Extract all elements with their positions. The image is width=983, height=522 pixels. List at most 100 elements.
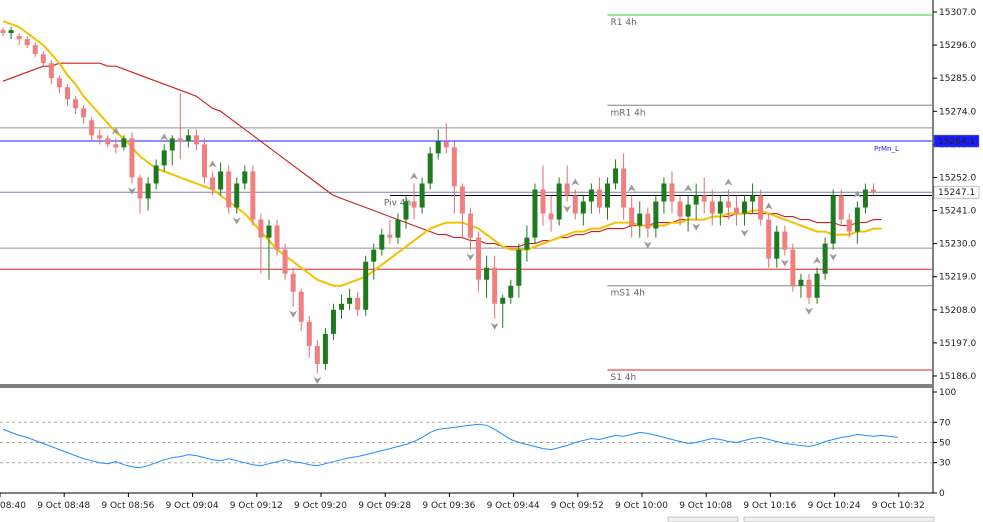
candle-body [153, 165, 159, 184]
candle-body [322, 333, 328, 364]
candle-body [105, 138, 111, 145]
candle-body [492, 267, 498, 304]
candle-body [782, 231, 788, 250]
candle-body [806, 279, 812, 298]
candle-body [371, 249, 377, 262]
price-tick-label: 15230.0 [939, 240, 976, 250]
current-price-tag: 15247.1 [938, 188, 975, 198]
time-tick-label: 9 Oct 10:00 [615, 501, 668, 511]
candle-body [564, 183, 570, 196]
candle-body [24, 39, 30, 46]
osc-tick-label: 70 [939, 418, 951, 428]
level-label-0: R1 4h [611, 18, 637, 28]
candle-body [822, 243, 828, 274]
price-tick-label: 15285.0 [939, 74, 976, 84]
candle-body [524, 237, 530, 250]
prmn-label: PrMn_L [874, 145, 899, 153]
time-tick-label: 9 Oct 08:40 [0, 501, 26, 511]
candle-body [685, 204, 691, 217]
time-tick-label: 9 Oct 09:12 [230, 501, 283, 511]
time-tick-label: 9 Oct 08:56 [101, 501, 154, 511]
candle-body [596, 189, 602, 208]
candle-body [830, 195, 836, 244]
candle-body [605, 183, 610, 208]
candle-body [766, 219, 772, 259]
candle-body [210, 177, 216, 190]
candle-body [621, 168, 627, 208]
time-tick-label: 9 Oct 09:36 [422, 501, 475, 511]
candle-body [73, 99, 79, 109]
candle-body [733, 207, 739, 214]
candle-body [97, 135, 103, 139]
candle-body [701, 195, 707, 202]
chart-root: R1 4hmR1 4hPiv 4hmS1 4hS1 4hPrMn_L 15186… [0, 0, 983, 522]
osc-tick-label: 100 [939, 388, 956, 398]
candle-body [693, 195, 699, 205]
level-label-4: S1 4h [611, 373, 637, 383]
candle-body [814, 273, 820, 298]
candle-body [185, 135, 191, 142]
candle-body [16, 36, 22, 40]
candle-body [177, 138, 183, 142]
price-tick-label: 15219.0 [939, 273, 976, 283]
candle-body [613, 168, 619, 184]
scroll-box [667, 516, 739, 522]
candle-body [193, 135, 199, 145]
candle-body [169, 138, 175, 151]
time-tick-label: 9 Oct 09:28 [358, 501, 411, 511]
candle-body [411, 201, 417, 208]
candle-body [677, 201, 683, 217]
candle-body [161, 150, 167, 166]
candle-body [467, 213, 473, 238]
candle-body [580, 201, 586, 214]
candle-body [306, 321, 312, 346]
candle-body [202, 144, 207, 178]
candle-body [516, 249, 522, 286]
candle-body [355, 297, 361, 310]
candle-body [64, 87, 70, 100]
candle-body [419, 183, 425, 208]
prmn-price-tag: 15264.1 [938, 137, 975, 147]
candle-body [89, 120, 95, 136]
candle-body [242, 171, 248, 184]
candle-body [363, 261, 369, 310]
candle-body [379, 234, 385, 250]
candle-body [282, 249, 288, 274]
candle-body [274, 225, 280, 250]
candle-body [81, 108, 87, 118]
time-tick-label: 9 Oct 09:52 [551, 501, 604, 511]
candle-body [266, 225, 272, 238]
candle-body [556, 183, 562, 220]
candle-body [500, 297, 506, 304]
candle-body [395, 219, 401, 238]
candle-body [637, 213, 643, 226]
candle-body [862, 189, 868, 208]
time-tick-label: 9 Oct 09:44 [487, 501, 540, 511]
price-tick-label: 15296.0 [939, 41, 976, 51]
candle-body [290, 273, 296, 292]
candle-body [387, 234, 393, 238]
candle-body [258, 219, 264, 238]
time-tick-label: 9 Oct 09:20 [294, 501, 347, 511]
time-tick-label: 9 Oct 08:48 [37, 501, 90, 511]
candle-body [798, 279, 804, 286]
candle-body [113, 144, 119, 148]
osc-tick-label: 30 [939, 459, 951, 469]
candle-body [347, 297, 353, 304]
candle-body [250, 171, 256, 220]
candle-body [838, 195, 844, 220]
price-tick-label: 15186.0 [939, 372, 976, 382]
candle-body [717, 201, 723, 214]
candle-body [427, 153, 433, 184]
level-label-1: mR1 4h [611, 108, 646, 118]
osc-tick-label: 50 [939, 439, 951, 449]
candle-body [854, 207, 860, 232]
candle-body [645, 213, 651, 229]
candle-body [532, 189, 538, 238]
candle-body [725, 201, 731, 208]
candle-body [709, 201, 715, 214]
time-tick-label: 9 Oct 09:04 [166, 501, 219, 511]
level-label-3: mS1 4h [611, 289, 646, 299]
candle-body [234, 183, 240, 208]
price-tick-label: 15274.0 [939, 107, 976, 117]
